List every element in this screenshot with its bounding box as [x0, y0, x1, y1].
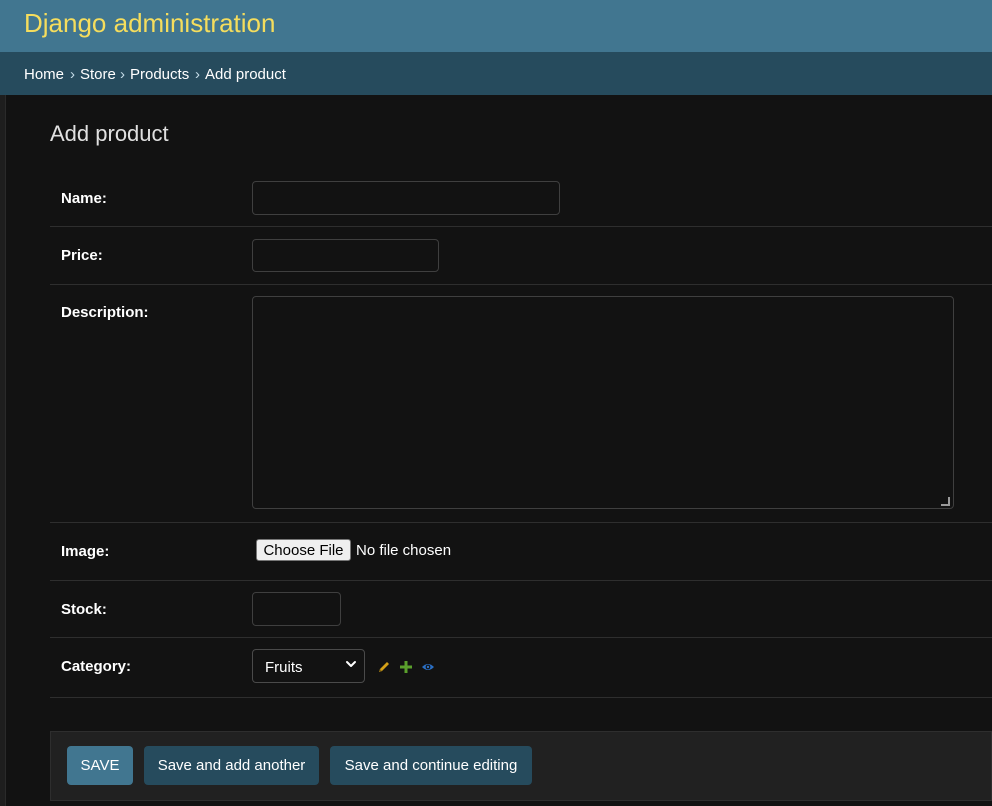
- row-divider: [50, 580, 992, 581]
- textarea-resize-handle[interactable]: [941, 497, 950, 506]
- row-divider: [50, 697, 992, 698]
- save-button[interactable]: SAVE: [67, 746, 133, 785]
- image-label: Image:: [61, 543, 110, 560]
- save-and-add-another-button[interactable]: Save and add another: [144, 746, 319, 785]
- name-label: Name:: [61, 190, 107, 207]
- choose-file-button[interactable]: Choose File: [256, 539, 351, 561]
- category-selected-value: Fruits: [265, 659, 303, 676]
- plus-icon[interactable]: [399, 660, 413, 674]
- price-input[interactable]: [252, 239, 439, 272]
- stock-label: Stock:: [61, 601, 107, 618]
- admin-header: Django administration: [0, 0, 992, 52]
- pencil-icon[interactable]: [377, 660, 391, 674]
- breadcrumb-current: Add product: [205, 66, 286, 83]
- breadcrumb-store[interactable]: Store: [80, 66, 116, 83]
- stock-input[interactable]: [252, 592, 341, 626]
- file-status-text: No file chosen: [356, 542, 452, 559]
- description-textarea[interactable]: [252, 296, 954, 509]
- row-divider: [50, 637, 992, 638]
- nav-sidebar-toggle[interactable]: [0, 95, 6, 806]
- chevron-down-icon: [346, 661, 356, 667]
- site-name-link[interactable]: Django administration: [24, 8, 275, 39]
- eye-icon[interactable]: [421, 660, 435, 674]
- row-divider: [50, 522, 992, 523]
- breadcrumb-products[interactable]: Products: [130, 66, 189, 83]
- breadcrumb-separator: ›: [195, 66, 200, 83]
- row-divider: [50, 226, 992, 227]
- page-title: Add product: [50, 121, 169, 146]
- breadcrumb-home[interactable]: Home: [24, 66, 64, 83]
- price-label: Price:: [61, 247, 103, 264]
- breadcrumb: Home › Store › Products › Add product: [0, 52, 992, 95]
- category-select[interactable]: Fruits: [252, 649, 365, 683]
- breadcrumb-separator: ›: [70, 66, 75, 83]
- breadcrumb-separator: ›: [120, 66, 125, 83]
- save-and-continue-button[interactable]: Save and continue editing: [330, 746, 532, 785]
- row-divider: [50, 284, 992, 285]
- category-label: Category:: [61, 658, 132, 675]
- name-input[interactable]: [252, 181, 560, 215]
- description-label: Description:: [61, 304, 149, 321]
